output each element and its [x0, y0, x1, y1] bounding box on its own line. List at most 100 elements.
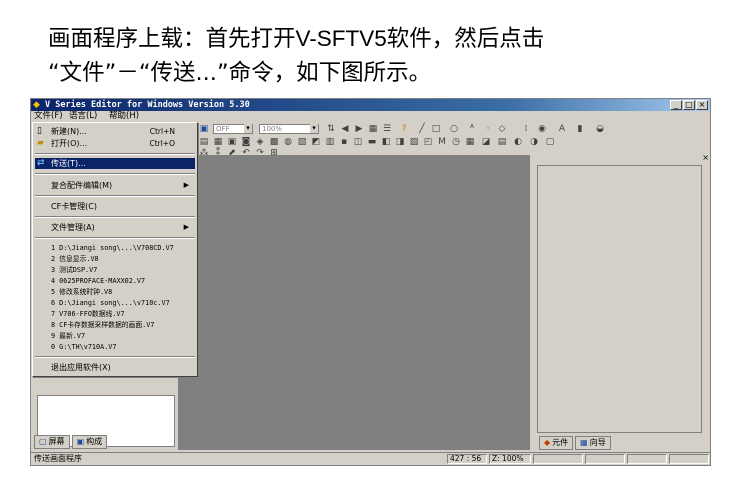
tab-screen[interactable]: ▢ 屏幕 [34, 435, 70, 449]
recent-file-item[interactable]: 7 V706-FFO数据线.V7 [35, 309, 195, 320]
font-a-icon[interactable]: A [557, 124, 567, 134]
tab-parts[interactable]: ◆ 元件 [539, 436, 574, 450]
menu-item-exit[interactable]: 退出应用软件(X) [35, 362, 195, 373]
minimize-button[interactable]: _ [670, 100, 682, 110]
part-icon[interactable]: ◙ [241, 137, 251, 147]
recent-file-item[interactable]: 5 修改系统时钟.V8 [35, 287, 195, 298]
part-icon[interactable]: M [437, 137, 447, 147]
line-icon[interactable]: ╱ [417, 124, 427, 134]
menu-item-label: 退出应用软件(X) [51, 363, 111, 372]
maximize-button[interactable]: □ [683, 100, 695, 110]
part-icon[interactable]: ▤ [199, 137, 209, 147]
file-menu: ▯ 新建(N)... Ctrl+N ▰ 打开(O)... Ctrl+O ⇄ 传送… [32, 122, 198, 377]
fill-icon[interactable]: ◒ [595, 124, 605, 134]
recent-file-item[interactable]: 9 最新.V7 [35, 331, 195, 342]
window-controls: _ □ × [670, 100, 708, 110]
arrow-left-icon[interactable]: ◀ [340, 124, 350, 134]
rect-icon[interactable]: □ [431, 124, 441, 134]
menu-item-cf-card[interactable]: CF卡管理(C) [35, 201, 195, 212]
menu-file[interactable]: 文件(F) [34, 111, 63, 122]
arrow-right-icon[interactable]: ▶ [354, 124, 364, 134]
part-icon[interactable]: ▩ [269, 137, 279, 147]
caption-text: “传送...” [138, 60, 229, 86]
menu-item-shortcut: Ctrl+O [149, 139, 175, 148]
recent-file-item[interactable]: 0 G:\TH\v710A.V7 [35, 342, 195, 353]
workspace-area[interactable] [178, 155, 530, 450]
paint-icon[interactable]: ▮ [575, 124, 585, 134]
recent-file-item[interactable]: 3 测试DSP.V7 [35, 265, 195, 276]
part-icon[interactable]: ▢ [545, 137, 555, 147]
circle-icon[interactable]: ○ [449, 124, 459, 134]
menu-item-file-management[interactable]: 文件管理(A) ▶ [35, 222, 195, 233]
part-icon[interactable]: ◰ [423, 137, 433, 147]
part-icon[interactable]: ◈ [255, 137, 265, 147]
caption-text: － [116, 60, 139, 86]
part-icon[interactable]: ◩ [311, 137, 321, 147]
recent-file-item[interactable]: 8 CF卡存数据采样数据的画面.V7 [35, 320, 195, 331]
menu-help[interactable]: 帮助(H) [109, 111, 139, 122]
part-icon[interactable]: ◫ [353, 137, 363, 147]
menu-item-transfer[interactable]: ⇄ 传送(T)... [35, 158, 195, 169]
zoom-combo[interactable]: 100% [259, 124, 319, 134]
menu-item-open[interactable]: ▰ 打开(O)... Ctrl+O [35, 138, 195, 149]
recent-file-item[interactable]: 2 信息显示.V8 [35, 254, 195, 265]
part-icon[interactable]: ▪ [339, 137, 349, 147]
menu-separator [35, 195, 195, 197]
part-icon[interactable]: ◧ [381, 137, 391, 147]
status-text: 传送画面程序 [34, 454, 82, 463]
part-icon[interactable]: ◷ [451, 137, 461, 147]
app-window: ◆ V Series Editor for Windows Version 5.… [30, 98, 711, 466]
dot-icon[interactable]: · [483, 124, 493, 134]
part-icon[interactable]: ◐ [513, 137, 523, 147]
toolbar-row-1: ▣ OFF 100% ⇅ ◀ ▶ ▦ ☰ ? ╱ □ ○ ᴬ · ◇ ⁞ ◉ A… [191, 123, 710, 136]
pen-icon[interactable]: ⁞ [521, 124, 531, 134]
tool-icon[interactable]: ⇅ [326, 124, 336, 134]
submenu-arrow-icon: ▶ [183, 181, 189, 189]
submenu-arrow-icon: ▶ [183, 223, 189, 231]
recent-file-item[interactable]: 6 D:\Jiangi song\...\v710c.V7 [35, 298, 195, 309]
grid-icon[interactable]: ▦ [368, 124, 378, 134]
pointer-icon[interactable]: ◇ [497, 124, 507, 134]
recent-file-item[interactable]: 4 0625PROFACE-MAXX02.V7 [35, 276, 195, 287]
transfer-icon: ⇄ [37, 158, 45, 168]
text-tool-icon[interactable]: ᴬ [467, 124, 477, 134]
parts-icon: ◆ [544, 438, 551, 447]
status-zoom: Z: 100% [489, 454, 531, 464]
tab-config[interactable]: ▣ 构成 [71, 435, 108, 449]
part-icon[interactable]: ▦ [465, 137, 475, 147]
close-button[interactable]: × [696, 100, 708, 110]
title-bar[interactable]: ◆ V Series Editor for Windows Version 5.… [31, 99, 710, 111]
menu-item-label: CF卡管理(C) [51, 202, 98, 211]
part-icon[interactable]: ▥ [325, 137, 335, 147]
caption-text: 画面程序上载：首先打开 [48, 26, 296, 52]
menu-separator [35, 173, 195, 175]
part-icon[interactable]: ◑ [529, 137, 539, 147]
part-icon[interactable]: ▣ [227, 137, 237, 147]
parts-list[interactable] [537, 165, 702, 433]
part-icon[interactable]: ▨ [409, 137, 419, 147]
menu-item-label: 文件管理(A) [51, 223, 95, 232]
menu-item-composite-edit[interactable]: 复合配件编辑(M) ▶ [35, 180, 195, 191]
list-icon[interactable]: ☰ [382, 124, 392, 134]
part-icon[interactable]: ◪ [481, 137, 491, 147]
part-icon[interactable]: ▧ [297, 137, 307, 147]
caption-line-2: “文件”－“传送...”命令，如下图所示。 [48, 56, 728, 90]
tab-config-label: 构成 [86, 437, 103, 446]
pattern-icon[interactable]: ◉ [537, 124, 547, 134]
screen-icon[interactable]: ▣ [199, 124, 209, 134]
part-icon[interactable]: ▤ [497, 137, 507, 147]
mode-combo[interactable]: OFF [213, 124, 253, 134]
part-icon[interactable]: ▦ [213, 137, 223, 147]
part-icon[interactable]: ◨ [395, 137, 405, 147]
menu-separator [35, 237, 195, 239]
caption: 画面程序上载：首先打开V-SFTV5软件，然后点击 “文件”－“传送...”命令… [48, 22, 728, 90]
config-icon: ▣ [76, 437, 85, 446]
recent-file-item[interactable]: 1 D:\Jiangi song\...\V708CD.V7 [35, 243, 195, 254]
menu-item-new[interactable]: ▯ 新建(N)... Ctrl+N [35, 126, 195, 137]
part-icon[interactable]: ▬ [367, 137, 377, 147]
menu-language[interactable]: 语言(L) [69, 111, 97, 122]
help-icon[interactable]: ? [399, 124, 409, 134]
panel-close-icon[interactable]: × [702, 153, 709, 162]
tab-wizard[interactable]: ▦ 向导 [575, 436, 611, 450]
part-icon[interactable]: ◍ [283, 137, 293, 147]
